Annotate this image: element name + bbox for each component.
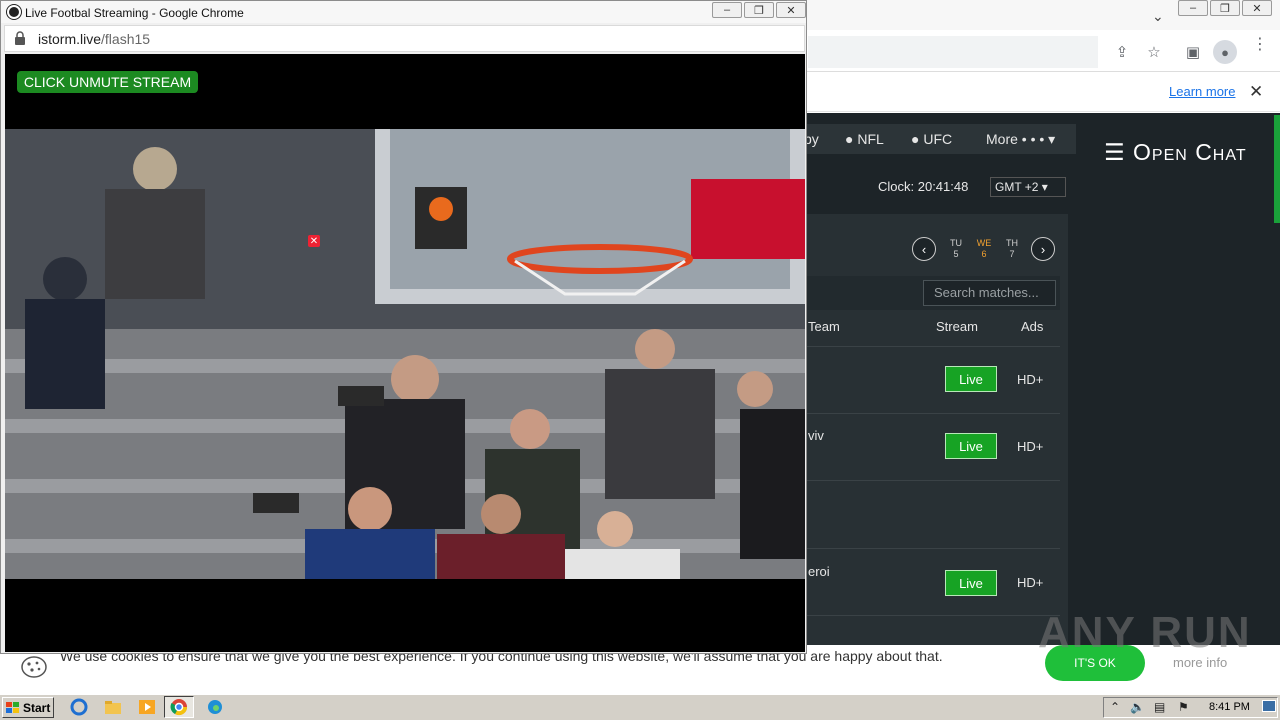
unmute-stream-button[interactable]: CLICK UNMUTE STREAM [17,71,198,93]
popup-window-controls: – ❐ ✕ [712,2,806,18]
taskbar-clock: 8:41 PM [1209,701,1250,713]
popup-title: Live Footbal Streaming - Google Chrome [25,6,244,20]
column-stream: Stream [936,319,978,334]
flag-icon[interactable]: ⚑ [1178,700,1189,714]
start-button[interactable]: Start [2,697,54,718]
network-icon[interactable]: ▤ [1154,700,1165,714]
team-name: eroi [808,564,830,579]
chrome-icon [170,699,188,716]
chevron-right-icon[interactable]: › [1031,237,1055,261]
stream-video-frame[interactable] [5,129,805,579]
glove-icon: ● [911,131,924,147]
share-icon[interactable]: ⇪ [1112,42,1132,62]
column-team: Team [808,319,840,334]
day-abbr: TH [1006,238,1018,248]
nav-item-ufc[interactable]: ● UFC [911,131,952,147]
cookie-icon [21,656,47,678]
popup-minimize-button[interactable]: – [712,2,742,18]
close-ad-icon[interactable]: ✕ [308,235,320,247]
folder-icon[interactable] [104,698,122,716]
live-button[interactable]: Live [945,433,997,459]
ads-quality: HD+ [1017,439,1044,454]
live-button[interactable]: Live [945,366,997,392]
day-abbr: TU [950,238,962,248]
close-button[interactable]: ✕ [1242,0,1272,16]
ads-quality: HD+ [1017,372,1044,387]
edge-icon[interactable] [206,698,224,716]
anyrun-watermark: ANY RUN [1038,608,1252,657]
row-divider [806,413,1060,414]
live-button[interactable]: Live [945,570,997,596]
lock-icon [15,31,25,45]
volume-icon[interactable]: 🔈 [1130,700,1145,714]
star-icon[interactable]: ☆ [1144,42,1164,62]
learn-more-link[interactable]: Learn more [1169,84,1235,99]
column-ads: Ads [1021,319,1044,334]
day-num: 5 [953,249,959,259]
day-abbr: WE [976,238,992,248]
show-desktop-icon[interactable] [1262,700,1276,712]
day-tu[interactable]: TU 5 [946,238,966,260]
url-host: istorm.live [38,31,102,47]
nav-item-nfl[interactable]: ● NFL [845,131,884,147]
day-th[interactable]: TH 7 [1002,238,1022,260]
row-divider [806,548,1060,549]
tab-search-chevron-icon[interactable]: ⌄ [1152,8,1164,25]
popup-restore-button[interactable]: ❐ [744,2,774,18]
row-divider [806,346,1060,347]
popup-window: Live Footbal Streaming - Google Chrome –… [0,0,807,654]
day-num: 7 [1009,249,1015,259]
timezone-select[interactable]: GMT +2 ▾ [990,177,1066,197]
soccer-ball-icon [7,5,21,19]
menu-icon[interactable]: ⋮ [1252,37,1268,53]
search-matches-input[interactable]: Search matches... [923,280,1056,306]
nav-item-nfl-label: NFL [857,131,884,147]
tray-expand-icon[interactable]: ⌃ [1110,700,1120,714]
open-chat-button[interactable]: ☰ Open Chat [1104,139,1247,166]
sidebar-icon[interactable]: ▣ [1183,42,1203,62]
infobar-close-icon[interactable]: ✕ [1249,82,1263,102]
profile-icon[interactable]: ● [1213,40,1237,64]
ads-quality: HD+ [1017,575,1044,590]
day-num: 6 [981,249,987,259]
row-divider [806,480,1060,481]
nav-item-ufc-label: UFC [923,131,953,147]
windows-logo-icon [6,701,19,713]
row-divider [806,615,1060,616]
team-name: viv [808,428,824,443]
chevron-left-icon[interactable]: ‹ [912,237,936,261]
scroll-accent [1274,115,1280,223]
start-label: Start [23,700,51,715]
minimize-button[interactable]: – [1178,0,1208,16]
nav-item-more[interactable]: More • • • ▾ [986,131,1055,148]
media-player-icon[interactable] [138,698,156,716]
nav-item-more-label: More • • • [986,131,1045,147]
internet-explorer-icon[interactable] [70,698,88,716]
popup-close-button[interactable]: ✕ [776,2,806,18]
background-window-controls: – ❐ ✕ [1178,0,1272,18]
popup-url[interactable]: istorm.live/flash15 [38,31,150,47]
background-address-bar[interactable] [808,36,1098,68]
url-path: /flash15 [101,31,151,47]
football-icon: ● [845,131,858,147]
restore-button[interactable]: ❐ [1210,0,1240,16]
day-we[interactable]: WE 6 [974,238,994,260]
site-clock: Clock: 20:41:48 [878,179,969,194]
chrome-taskbar-button[interactable] [164,696,194,718]
